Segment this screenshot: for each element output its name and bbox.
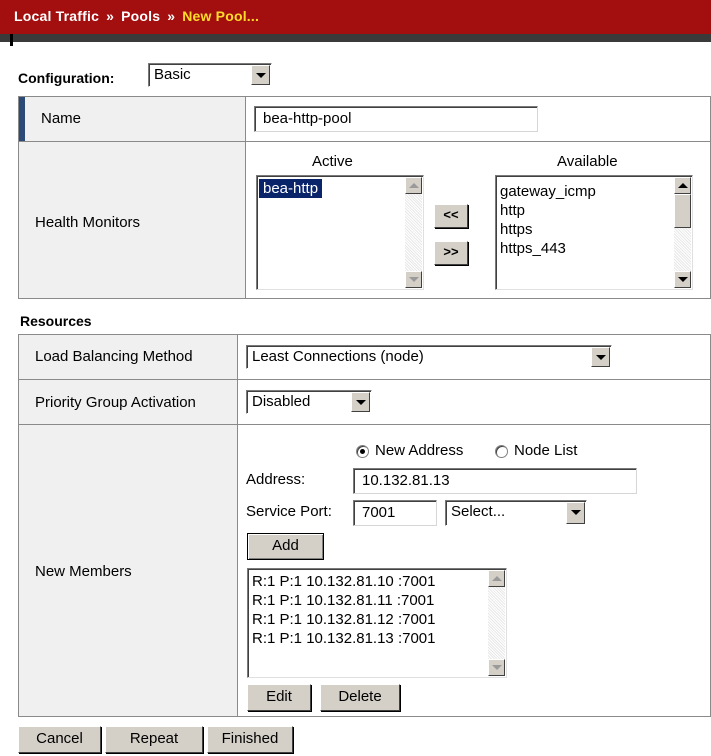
list-item[interactable]: R:1 P:1 10.132.81.10 :7001 [252, 572, 435, 591]
list-item[interactable]: R:1 P:1 10.132.81.12 :7001 [252, 610, 435, 629]
header-divider [0, 34, 711, 42]
list-item[interactable]: R:1 P:1 10.132.81.13 :7001 [252, 629, 435, 648]
name-label: Name [41, 110, 82, 127]
configuration-row: Configuration: Basic [18, 60, 318, 90]
header-tick [10, 34, 13, 46]
configuration-select[interactable]: Basic [148, 63, 272, 87]
scroll-up-icon[interactable] [674, 177, 691, 194]
priority-value: Disabled [252, 393, 311, 410]
node-list-radio[interactable] [495, 445, 508, 458]
scroll-down-icon[interactable] [405, 271, 422, 288]
priority-select[interactable]: Disabled [246, 390, 372, 414]
list-item[interactable]: https_443 [500, 239, 566, 258]
lb-label: Load Balancing Method [35, 348, 193, 365]
scroll-down-icon[interactable] [674, 271, 691, 288]
active-list-scrollbar[interactable] [405, 177, 422, 288]
new-address-label: New Address [375, 442, 464, 459]
available-list-scrollbar[interactable] [674, 177, 691, 288]
chevron-down-icon[interactable] [591, 347, 610, 367]
list-item[interactable]: http [500, 201, 525, 220]
resources-title: Resources [20, 313, 92, 329]
health-monitors-label: Health Monitors [35, 214, 141, 231]
breadcrumb-current: New Pool... [182, 8, 260, 24]
configuration-value: Basic [154, 66, 191, 83]
available-header: Available [557, 153, 618, 170]
chevron-down-icon[interactable] [251, 65, 270, 85]
active-header: Active [312, 153, 353, 170]
scroll-up-icon[interactable] [488, 570, 505, 587]
list-item[interactable]: gateway_icmp [500, 182, 596, 201]
breadcrumb-separator: » [167, 8, 176, 24]
name-input[interactable]: bea-http-pool [254, 106, 538, 132]
lb-value-cell: Least Connections (node) [237, 334, 711, 380]
service-port-select-value: Select... [451, 503, 506, 520]
cancel-button[interactable]: Cancel [18, 726, 101, 753]
name-input-value: bea-http-pool [263, 110, 352, 127]
service-port-select[interactable]: Select... [445, 500, 587, 526]
address-input-value: 10.132.81.13 [362, 472, 450, 489]
delete-member-button[interactable]: Delete [320, 684, 400, 711]
members-list[interactable]: R:1 P:1 10.132.81.10 :7001 R:1 P:1 10.13… [247, 568, 507, 678]
new-members-label: New Members [35, 563, 132, 580]
scroll-up-icon[interactable] [405, 177, 422, 194]
scroll-down-icon[interactable] [488, 659, 505, 676]
health-monitors-value-cell: Active Available bea-http << >> gateway_… [245, 141, 711, 299]
add-member-button[interactable]: Add [247, 533, 324, 560]
name-label-cell: Name [18, 96, 246, 142]
finished-button[interactable]: Finished [207, 726, 293, 753]
health-monitors-label-cell: Health Monitors [18, 141, 246, 299]
available-monitors-list[interactable]: gateway_icmp http https https_443 [495, 175, 693, 290]
new-address-radio[interactable] [356, 445, 369, 458]
repeat-button[interactable]: Repeat [105, 726, 203, 753]
priority-value-cell: Disabled [237, 379, 711, 425]
scroll-thumb[interactable] [674, 194, 691, 228]
new-members-label-cell: New Members [18, 424, 238, 717]
address-label: Address: [246, 471, 306, 488]
breadcrumb-pools[interactable]: Pools [121, 8, 160, 24]
address-input[interactable]: 10.132.81.13 [353, 468, 637, 494]
list-item[interactable]: bea-http [259, 179, 323, 198]
breadcrumb-local-traffic[interactable]: Local Traffic [14, 8, 99, 24]
new-members-value-cell: New Address Node List Address: 10.132.81… [237, 424, 711, 717]
service-port-input[interactable]: 7001 [353, 500, 437, 526]
breadcrumb-separator: » [106, 8, 115, 24]
edit-member-button[interactable]: Edit [247, 684, 311, 711]
node-list-label: Node List [514, 442, 578, 459]
members-list-scrollbar[interactable] [488, 570, 505, 676]
priority-label: Priority Group Activation [35, 394, 196, 411]
list-item[interactable]: https [500, 220, 533, 239]
chevron-down-icon[interactable] [566, 502, 585, 524]
name-value-cell: bea-http-pool [245, 96, 711, 142]
lb-label-cell: Load Balancing Method [18, 334, 238, 380]
list-item[interactable]: R:1 P:1 10.132.81.11 :7001 [252, 591, 434, 610]
active-monitors-list[interactable]: bea-http [256, 175, 424, 290]
service-port-value: 7001 [362, 504, 396, 521]
move-to-available-button[interactable]: >> [434, 241, 468, 265]
breadcrumb: Local Traffic » Pools » New Pool... [14, 8, 259, 24]
move-to-active-button[interactable]: << [434, 204, 468, 228]
priority-label-cell: Priority Group Activation [18, 379, 238, 425]
lb-method-select[interactable]: Least Connections (node) [246, 345, 612, 369]
service-port-label: Service Port: [246, 503, 332, 520]
chevron-down-icon[interactable] [351, 392, 370, 412]
configuration-label: Configuration: [18, 70, 115, 86]
required-marker [19, 97, 25, 141]
lb-method-value: Least Connections (node) [252, 348, 424, 365]
